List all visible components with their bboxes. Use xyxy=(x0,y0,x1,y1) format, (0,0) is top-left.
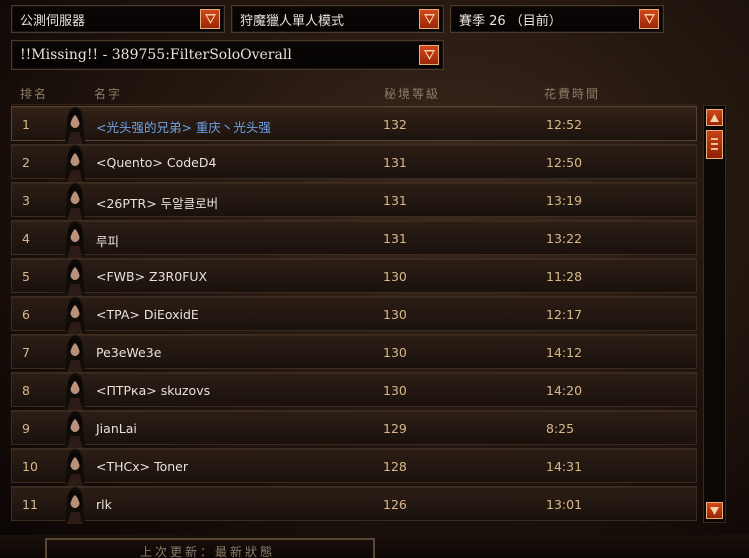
row-rift-level: 131 xyxy=(383,193,407,208)
column-header-name[interactable]: 名字 xyxy=(94,85,122,102)
column-header-level[interactable]: 秘境等級 xyxy=(384,85,440,102)
leaderboard-row[interactable]: 6 <TPA> DiEoxidE 130 12:17 xyxy=(11,296,697,334)
row-rift-level: 130 xyxy=(383,345,407,360)
leaderboard-row[interactable]: 10 <THCx> Toner 128 14:31 xyxy=(11,448,697,486)
row-rift-level: 129 xyxy=(383,421,407,436)
row-player-name[interactable]: <THCx> Toner xyxy=(96,459,188,474)
row-rank: 4 xyxy=(22,231,30,246)
column-headers: 排名 名字 秘境等級 花費時間 xyxy=(11,80,697,105)
leaderboard-row[interactable]: 2 <Quento> CodeD4 131 12:50 xyxy=(11,144,697,182)
row-player-name[interactable]: 루피 xyxy=(96,231,119,250)
chevron-down-icon[interactable] xyxy=(200,9,220,29)
season-dropdown-value: 賽季 26 （目前） xyxy=(459,13,562,29)
leaderboard-row[interactable]: 8 <ПТРка> skuzovs 130 14:20 xyxy=(11,372,697,410)
row-rift-level: 130 xyxy=(383,383,407,398)
chevron-down-icon[interactable] xyxy=(419,45,439,65)
row-time: 8:25 xyxy=(546,421,575,436)
arrow-down-icon[interactable] xyxy=(706,502,723,519)
row-player-name[interactable]: <FWB> Z3R0FUX xyxy=(96,269,207,284)
row-rank: 9 xyxy=(22,421,30,436)
row-rank: 10 xyxy=(22,459,38,474)
row-time: 12:17 xyxy=(546,307,583,322)
row-player-name[interactable]: <26PTR> 두알클로버 xyxy=(96,193,218,212)
row-player-name[interactable]: Pe3eWe3e xyxy=(96,345,161,360)
row-time: 13:01 xyxy=(546,497,583,512)
leaderboard-row[interactable]: 1 <光头强的兄弟> 重庆丶光头强 132 12:52 xyxy=(11,106,697,144)
mode-dropdown-value: 狩魔獵人單人模式 xyxy=(240,13,345,29)
row-rank: 6 xyxy=(22,307,30,322)
row-player-name[interactable]: <ПТРка> skuzovs xyxy=(96,383,210,398)
row-time: 14:20 xyxy=(546,383,583,398)
row-rift-level: 130 xyxy=(383,307,407,322)
mode-dropdown[interactable]: 狩魔獵人單人模式 xyxy=(231,5,444,33)
row-rift-level: 132 xyxy=(383,117,407,132)
demon-hunter-portrait-icon xyxy=(65,183,85,220)
season-dropdown[interactable]: 賽季 26 （目前） xyxy=(450,5,664,33)
demon-hunter-portrait-icon xyxy=(65,145,85,182)
row-time: 14:31 xyxy=(546,459,583,474)
leaderboard-row[interactable]: 7 Pe3eWe3e 130 14:12 xyxy=(11,334,697,372)
chevron-down-icon[interactable] xyxy=(419,9,439,29)
row-rift-level: 128 xyxy=(383,459,407,474)
row-rank: 8 xyxy=(22,383,30,398)
leaderboard-row[interactable]: 3 <26PTR> 두알클로버 131 13:19 xyxy=(11,182,697,220)
demon-hunter-portrait-icon xyxy=(65,259,85,296)
column-header-rank[interactable]: 排名 xyxy=(20,85,48,102)
row-rank: 5 xyxy=(22,269,30,284)
row-rank: 7 xyxy=(22,345,30,360)
row-player-name[interactable]: <TPA> DiEoxidE xyxy=(96,307,199,322)
demon-hunter-portrait-icon xyxy=(65,335,85,372)
demon-hunter-portrait-icon xyxy=(65,487,85,524)
row-rift-level: 130 xyxy=(383,269,407,284)
row-rank: 1 xyxy=(22,117,30,132)
demon-hunter-portrait-icon xyxy=(65,449,85,486)
leaderboard-row[interactable]: 5 <FWB> Z3R0FUX 130 11:28 xyxy=(11,258,697,296)
row-player-name[interactable]: <Quento> CodeD4 xyxy=(96,155,216,170)
row-player-name[interactable]: JianLai xyxy=(96,421,137,436)
row-rift-level: 126 xyxy=(383,497,407,512)
row-rank: 3 xyxy=(22,193,30,208)
filter-dropdown-value: !!Missing!! - 389755:FilterSoloOverall xyxy=(20,47,292,63)
row-rank: 11 xyxy=(22,497,38,512)
last-updated-text: 上次更新：最新狀態 xyxy=(140,545,276,558)
chevron-down-icon[interactable] xyxy=(639,9,659,29)
row-time: 13:19 xyxy=(546,193,583,208)
row-rift-level: 131 xyxy=(383,231,407,246)
row-time: 13:22 xyxy=(546,231,583,246)
leaderboard-row[interactable]: 11 rlk 126 13:01 xyxy=(11,486,697,524)
row-player-name[interactable]: rlk xyxy=(96,497,112,512)
row-rift-level: 131 xyxy=(383,155,407,170)
arrow-up-icon[interactable] xyxy=(706,109,723,126)
server-dropdown[interactable]: 公測伺服器 xyxy=(11,5,225,33)
row-time: 11:28 xyxy=(546,269,583,284)
scrollbar-thumb[interactable] xyxy=(706,130,723,159)
row-time: 12:50 xyxy=(546,155,583,170)
row-player-name[interactable]: <光头强的兄弟> 重庆丶光头强 xyxy=(96,117,271,136)
demon-hunter-portrait-icon xyxy=(65,411,85,448)
demon-hunter-portrait-icon xyxy=(65,297,85,334)
leaderboard-row[interactable]: 9 JianLai 129 8:25 xyxy=(11,410,697,448)
server-dropdown-value: 公測伺服器 xyxy=(20,13,86,29)
column-header-time[interactable]: 花費時間 xyxy=(544,85,600,102)
demon-hunter-portrait-icon xyxy=(65,221,85,258)
leaderboard-row[interactable]: 4 루피 131 13:22 xyxy=(11,220,697,258)
leaderboard-screen: 公測伺服器 狩魔獵人單人模式 賽季 26 （目前） !!Missing!! - … xyxy=(0,0,749,558)
scrollbar[interactable] xyxy=(703,105,726,523)
demon-hunter-portrait-icon xyxy=(65,373,85,410)
demon-hunter-portrait-icon xyxy=(65,107,85,144)
filter-dropdown[interactable]: !!Missing!! - 389755:FilterSoloOverall xyxy=(11,40,444,70)
row-rank: 2 xyxy=(22,155,30,170)
row-time: 12:52 xyxy=(546,117,583,132)
row-time: 14:12 xyxy=(546,345,583,360)
